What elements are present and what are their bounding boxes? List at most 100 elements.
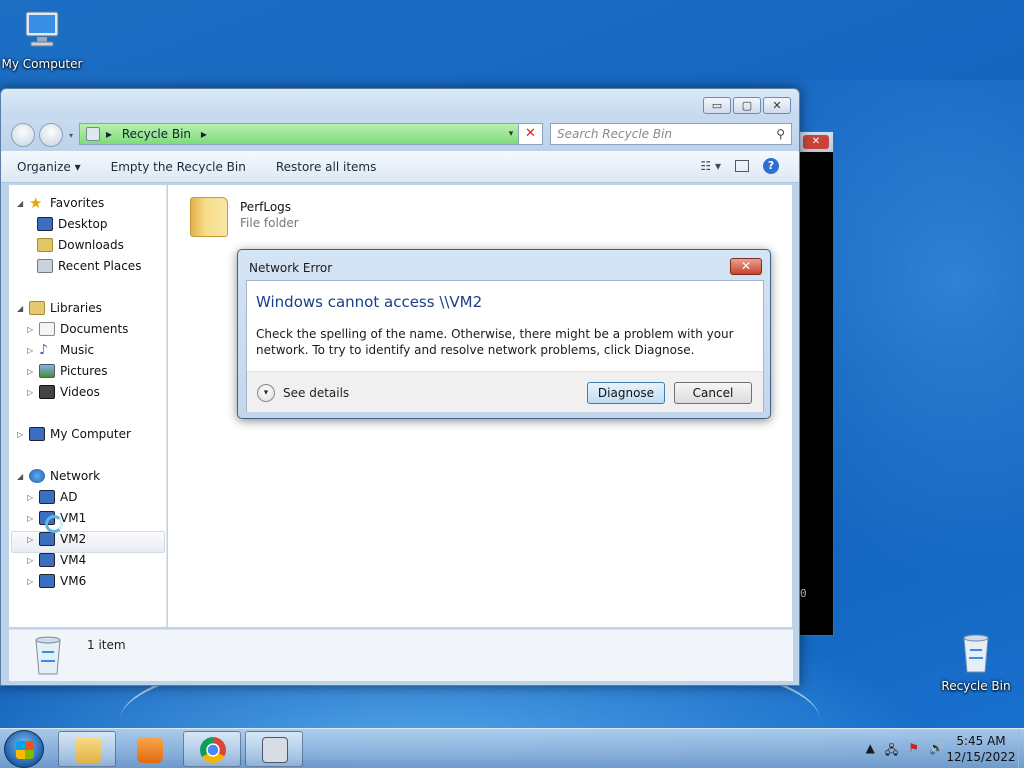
dialog-close-button[interactable]: ✕ [730,258,762,275]
cancel-button[interactable]: Cancel [674,382,752,404]
nav-music[interactable]: ▷ ♪ Music [27,340,94,360]
nav-network-vm4[interactable]: ▷ VM4 [27,550,86,570]
taskbar-explorer-button[interactable] [58,731,116,767]
videos-icon [39,385,55,399]
collapse-arrow-icon[interactable]: ▷ [27,556,37,565]
system-tray: ▲ 🖧 ⚑ 🔊 [866,741,944,762]
show-hidden-icons-icon[interactable]: ▲ [866,741,875,762]
taskbar: ▲ 🖧 ⚑ 🔊 5:45 AM 12/15/2022 [0,728,1024,768]
diagnose-button[interactable]: Diagnose [587,382,665,404]
file-item-name[interactable]: PerfLogs [240,200,291,214]
restore-all-button[interactable]: Restore all items [276,160,377,174]
minimize-button[interactable]: ▭ [703,97,731,114]
back-button[interactable] [11,123,35,147]
dialog-message: Check the spelling of the name. Otherwis… [256,327,734,357]
collapse-arrow-icon[interactable]: ▷ [27,388,37,397]
view-options-icon[interactable]: ☷ ▾ [700,159,721,173]
collapse-arrow-icon[interactable]: ▷ [27,535,37,544]
taskbar-media-player-button[interactable] [120,731,178,767]
computer-icon [39,532,55,546]
console-text: 0 [800,587,807,600]
nav-libraries[interactable]: ◢ Libraries [17,298,102,318]
nav-pictures[interactable]: ▷ Pictures [27,361,108,381]
recycle-bin-icon [963,634,989,673]
show-desktop-button[interactable] [1018,729,1024,768]
pictures-icon [39,364,55,378]
preview-pane-icon[interactable] [735,160,749,172]
explorer-titlebar[interactable]: ▭ ▢ ✕ [1,89,799,119]
address-path: ▸ Recycle Bin ▸ [106,127,207,141]
search-placeholder: Search Recycle Bin [557,127,673,141]
folder-icon[interactable] [190,197,228,237]
see-details-toggle[interactable]: ▾ See details [257,384,349,402]
nav-documents[interactable]: ▷ Documents [27,319,128,339]
console-titlebar[interactable]: ✕ [800,132,833,152]
network-tray-icon[interactable]: 🖧 [885,741,898,762]
dialog-heading: Windows cannot access \\VM2 [256,293,483,311]
desktop-icon-my-computer[interactable]: My Computer [0,8,84,71]
close-button[interactable]: ✕ [763,97,791,114]
recycle-bin-small-icon [86,127,100,141]
collapse-arrow-icon[interactable]: ▷ [27,493,37,502]
search-input[interactable]: Search Recycle Bin ⚲ [550,123,792,145]
computer-icon [39,574,55,588]
recent-pages-dropdown[interactable]: ▾ [69,131,73,140]
collapse-arrow-icon[interactable]: ▷ [17,430,27,439]
stop-icon[interactable]: ✕ [518,124,542,144]
clock-time: 5:45 AM [956,734,1006,748]
console-close-button[interactable]: ✕ [803,135,829,149]
address-bar[interactable]: ▸ Recycle Bin ▸ ▾ ✕ [79,123,543,145]
nav-desktop[interactable]: Desktop [37,214,108,234]
navigation-pane[interactable]: ◢ ★ Favorites Desktop Downloads Recent P… [9,185,167,627]
dialog-body: Windows cannot access \\VM2 Check the sp… [246,280,764,412]
volume-icon[interactable]: 🔊 [929,741,944,762]
maximize-button[interactable]: ▢ [733,97,761,114]
file-item-type: File folder [240,216,299,230]
nav-network-ad[interactable]: ▷ AD [27,487,77,507]
help-icon[interactable]: ? [763,158,779,174]
nav-videos[interactable]: ▷ Videos [27,382,100,402]
collapse-arrow-icon[interactable]: ▷ [27,514,37,523]
downloads-icon [37,238,53,252]
command-bar: Organize ▾ Empty the Recycle Bin Restore… [1,151,799,183]
collapse-arrow-icon[interactable]: ▷ [27,346,37,355]
nav-favorites[interactable]: ◢ ★ Favorites [17,193,104,213]
nav-network[interactable]: ◢ Network [17,466,100,486]
music-icon: ♪ [39,342,48,358]
libraries-icon [29,301,45,315]
action-center-icon[interactable]: ⚑ [908,741,919,762]
start-button[interactable] [4,730,44,768]
expand-arrow-icon[interactable]: ◢ [17,304,27,313]
address-dropdown-icon[interactable]: ▾ [504,129,518,139]
forward-button[interactable] [39,123,63,147]
address-row: ▾ ▸ Recycle Bin ▸ ▾ ✕ Search Recycle Bin… [1,119,799,151]
organize-button[interactable]: Organize ▾ [17,160,81,174]
collapse-arrow-icon[interactable]: ▷ [27,577,37,586]
taskbar-cmd-button[interactable] [245,731,303,767]
item-count: 1 item [87,638,126,652]
dialog-footer: ▾ See details Diagnose Cancel [247,371,763,412]
computer-icon [39,553,55,567]
desktop-icon-recycle-bin[interactable]: Recycle Bin [934,630,1018,693]
search-icon[interactable]: ⚲ [776,127,785,141]
collapse-arrow-icon[interactable]: ▷ [27,367,37,376]
desktop-icon-label: Recycle Bin [941,679,1011,693]
expand-arrow-icon[interactable]: ◢ [17,472,27,481]
nav-my-computer[interactable]: ▷ My Computer [17,424,131,444]
star-icon: ★ [29,194,43,212]
folder-icon [75,737,101,763]
nav-downloads[interactable]: Downloads [37,235,124,255]
taskbar-chrome-button[interactable] [183,731,241,767]
nav-network-vm6[interactable]: ▷ VM6 [27,571,86,591]
nav-recent-places[interactable]: Recent Places [37,256,141,276]
collapse-arrow-icon[interactable]: ▷ [27,325,37,334]
console-window[interactable]: ✕ 0 [799,131,834,636]
expand-arrow-icon[interactable]: ◢ [17,199,27,208]
details-pane: 1 item [9,629,793,681]
clock[interactable]: 5:45 AM 12/15/2022 [946,733,1016,765]
empty-recycle-bin-button[interactable]: Empty the Recycle Bin [111,160,246,174]
chevron-down-icon[interactable]: ▾ [257,384,275,402]
network-error-dialog[interactable]: Network Error ✕ Windows cannot access \\… [237,249,771,419]
busy-cursor-icon [45,515,63,533]
desktop-icon [37,217,53,231]
